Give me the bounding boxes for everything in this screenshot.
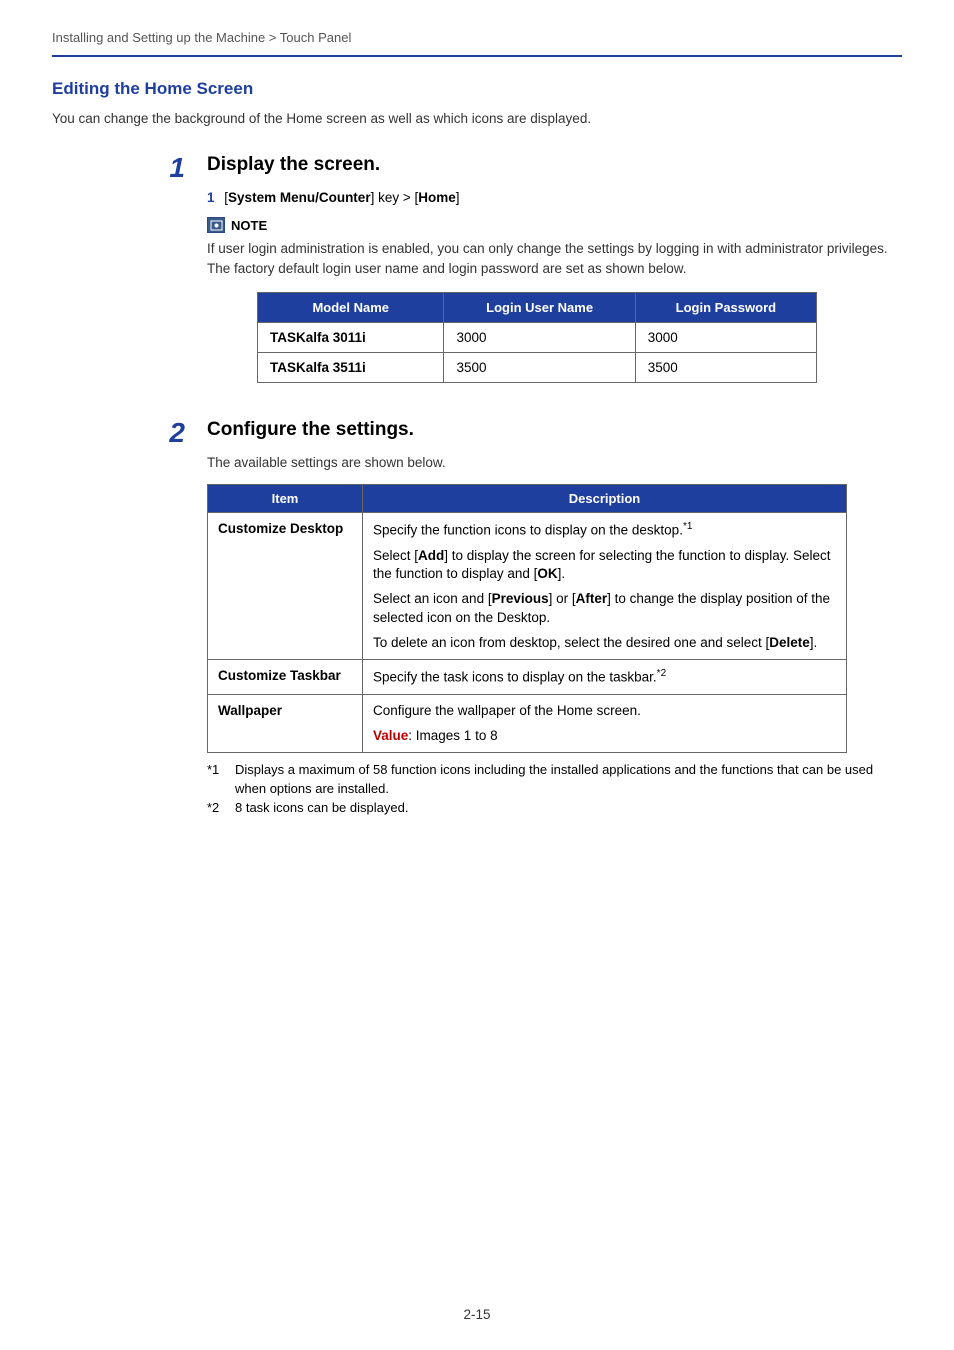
step-1: 1 Display the screen. 1 [System Menu/Cou…: [52, 154, 902, 383]
step-number-2: 2: [52, 419, 207, 447]
note-icon: [207, 217, 225, 233]
table-row: Wallpaper Configure the wallpaper of the…: [208, 694, 847, 752]
page-number: 2-15: [0, 1307, 954, 1322]
intro-text: You can change the background of the Hom…: [52, 111, 902, 126]
note-text: If user login administration is enabled,…: [207, 239, 902, 278]
settings-th-desc: Description: [363, 485, 847, 513]
footnote-2: *2 8 task icons can be displayed.: [207, 799, 902, 818]
footnote-1: *1 Displays a maximum of 58 function ico…: [207, 761, 902, 799]
desc-customize-desktop: Specify the function icons to display on…: [363, 513, 847, 660]
item-customize-taskbar: Customize Taskbar: [208, 659, 363, 694]
note-label: NOTE: [231, 218, 267, 233]
settings-table: Item Description Customize Desktop Speci…: [207, 484, 847, 753]
cell-model: TASKalfa 3011i: [258, 323, 444, 353]
substep-number: 1: [207, 190, 215, 205]
settings-th-item: Item: [208, 485, 363, 513]
table-row: Customize Desktop Specify the function i…: [208, 513, 847, 660]
login-th-model: Model Name: [258, 293, 444, 323]
breadcrumb: Installing and Setting up the Machine > …: [52, 30, 902, 55]
step-2-heading: Configure the settings.: [207, 419, 902, 441]
item-customize-desktop: Customize Desktop: [208, 513, 363, 660]
cell-model: TASKalfa 3511i: [258, 353, 444, 383]
cell-user: 3000: [444, 323, 635, 353]
footnotes: *1 Displays a maximum of 58 function ico…: [207, 761, 902, 818]
cell-pass: 3500: [635, 353, 816, 383]
login-th-user: Login User Name: [444, 293, 635, 323]
step-2-intro: The available settings are shown below.: [207, 455, 902, 470]
step-number-1: 1: [52, 154, 207, 182]
cell-pass: 3000: [635, 323, 816, 353]
step-number-label: 2: [169, 417, 185, 448]
step-number-label: 1: [169, 152, 185, 183]
cell-user: 3500: [444, 353, 635, 383]
substep-text: [System Menu/Counter] key > [Home]: [224, 190, 459, 205]
desc-wallpaper: Configure the wallpaper of the Home scre…: [363, 694, 847, 752]
substep-1: 1 [System Menu/Counter] key > [Home]: [207, 190, 902, 205]
item-wallpaper: Wallpaper: [208, 694, 363, 752]
note-header: NOTE: [207, 217, 902, 233]
login-th-pass: Login Password: [635, 293, 816, 323]
step-2: 2 Configure the settings. The available …: [52, 419, 902, 818]
desc-customize-taskbar: Specify the task icons to display on the…: [363, 659, 847, 694]
section-title: Editing the Home Screen: [52, 79, 902, 99]
divider: [52, 55, 902, 57]
login-table: Model Name Login User Name Login Passwor…: [257, 292, 817, 383]
step-1-heading: Display the screen.: [207, 154, 902, 176]
table-row: TASKalfa 3511i 3500 3500: [258, 353, 817, 383]
table-row: Customize Taskbar Specify the task icons…: [208, 659, 847, 694]
table-row: TASKalfa 3011i 3000 3000: [258, 323, 817, 353]
